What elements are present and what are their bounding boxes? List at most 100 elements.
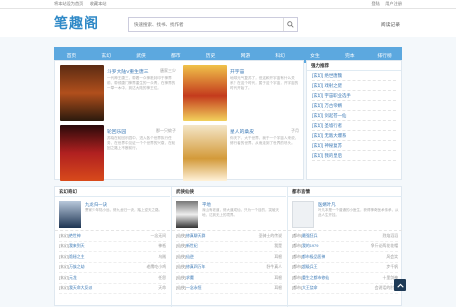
list-item[interactable]: [玄幻]万族之劫 老鹰吃小鸡 [59, 263, 166, 273]
book-cover[interactable] [183, 125, 227, 181]
ranking-item[interactable]: [玄幻] 我的皇后 [312, 151, 396, 161]
bookmark-link[interactable]: 收藏本站 [90, 1, 107, 6]
ranking-item[interactable]: [玄幻] 剑起苍一仙 [312, 111, 396, 121]
list-item[interactable]: [仙侠]一念永恒 耳根 [176, 284, 282, 294]
top-links-right: 登陆 用户注册 [367, 1, 402, 7]
featured-book[interactable]: 开宇宙 地球元气复苏了，但这和开宇宙有什么关系？在这个时代，属于这个宇宙，开宇宙… [181, 62, 301, 121]
book-cover[interactable] [59, 201, 81, 228]
ranking-item[interactable]: [玄幻] 绝世唐魏 [312, 71, 396, 81]
book-cover[interactable] [60, 65, 104, 121]
nav-kehuan[interactable]: 科幻 [263, 52, 298, 59]
list-item[interactable]: [仙侠]求魔 耳根 [176, 273, 282, 284]
book-title[interactable]: 星人的桑皮 [230, 128, 254, 135]
ranking-item[interactable]: [玄幻] 无敌大爆系 [312, 131, 396, 141]
list-item[interactable]: [都市]我的1979 争斤论两花花帽 [292, 242, 398, 252]
nav-xuanhuan[interactable]: 玄幻 [89, 52, 124, 59]
ranking-item[interactable]: [玄幻] 万古帝婿 [312, 101, 396, 111]
item-title[interactable]: 都市极品医神 [302, 254, 325, 259]
book-title[interactable]: 轮回乐园 [107, 128, 126, 135]
item-title[interactable]: 超级兵王 [302, 264, 318, 269]
featured-book[interactable]: 轮回乐园 那一只蚊子 苏晓在轮回乐园中，进入各个世界执行任务，在世界中见证一个个… [58, 122, 178, 181]
ranking-item[interactable]: [玄幻] 圣墟行者 [312, 121, 396, 131]
ranking-item[interactable]: [玄幻] 宇宙职业选手 [312, 91, 396, 101]
list-item[interactable]: [玄幻]我天命大反派 天命 [59, 284, 166, 294]
item-title[interactable]: 我的1979 [302, 243, 318, 248]
item-title[interactable]: 大王饶命 [302, 285, 318, 290]
item-category: [仙侠] [176, 253, 186, 259]
item-category: [玄幻] [59, 243, 69, 249]
item-author: 一念无间 [150, 232, 166, 238]
item-category: [仙侠] [176, 285, 186, 291]
item-title[interactable]: 新世纪 [186, 243, 198, 248]
item-title[interactable]: 重生之都市修仙 [302, 275, 329, 280]
list-item[interactable]: [玄幻]诡秘之主 乌贼 [59, 252, 166, 263]
list-item[interactable]: [都市]超级兵王 步千帆 [292, 263, 398, 273]
nav-wuxia[interactable]: 武侠 [124, 52, 159, 59]
list-item[interactable]: [仙侠]新世纪 我是 [176, 242, 282, 252]
nav-home[interactable]: 首页 [54, 52, 89, 59]
ranking-item[interactable]: [玄幻] 戏射之佬 [312, 81, 396, 91]
ranking-item[interactable]: [玄幻] 神秘复苏 [312, 141, 396, 151]
category-section: 玄幻奇幻 九龙归一诀 萧家少年陆小远，修九龙归一诀，踏上逆天之路。 [玄幻]绝世… [54, 186, 402, 307]
list-item[interactable]: [仙侠]仙逆 耳根 [176, 252, 282, 263]
list-item[interactable]: [都市]最强狂兵 烈焰滔滔 [292, 231, 398, 242]
book-cover[interactable] [60, 125, 104, 181]
list-item[interactable]: [仙侠]修真四万年 卧牛真人 [176, 263, 282, 273]
list-item[interactable]: [玄幻]绝世神 一念无间 [59, 231, 166, 242]
item-category: [玄幻] [59, 285, 69, 291]
book-cover[interactable] [176, 201, 198, 228]
set-homepage-link[interactable]: 将本站设为首页 [54, 1, 83, 6]
item-title[interactable]: 修真四万年 [186, 264, 205, 269]
column-title: 玄幻奇幻 [55, 187, 170, 197]
column-feature[interactable]: 医婿叶凡 叶凡本是一个普通的小医生，获得神奇医术传承，从此人生开挂。 [288, 197, 402, 231]
item-title[interactable]: 仙逆 [186, 254, 194, 259]
nav-wanben[interactable]: 完本 [332, 52, 367, 59]
book-cover[interactable] [183, 65, 227, 121]
item-title[interactable]: 诡秘之主 [69, 254, 85, 259]
category-column: 武侠仙侠 平地 深山有老道，修大道成仙，只为一个目的，突破天地，达到无上的境界。… [171, 187, 286, 307]
nav-ranking[interactable]: 排行榜 [367, 52, 402, 59]
book-title[interactable]: 斗罗大陆V重生唐三 [107, 68, 149, 75]
featured-book[interactable]: 斗罗大陆V重生唐三 唐家三少 一代神王唐三，带着一众神祇封印于神界前，带领唐门神… [58, 62, 178, 121]
item-category: [都市] [292, 285, 302, 291]
site-logo[interactable]: 笔趣阁 [54, 13, 99, 33]
nav-dushi[interactable]: 都市 [158, 52, 193, 59]
item-title[interactable]: 元龙 [69, 275, 77, 280]
column-feature[interactable]: 九龙归一诀 萧家少年陆小远，修九龙归一诀，踏上逆天之路。 [55, 197, 170, 231]
search-button[interactable] [283, 18, 297, 31]
item-author: 圣骑士的传说 [258, 232, 282, 238]
nav-wangyou[interactable]: 网游 [228, 52, 263, 59]
register-link[interactable]: 用户注册 [385, 1, 402, 6]
nav-nvsheng[interactable]: 女生 [298, 52, 333, 59]
list-item[interactable]: [玄幻]我来到天 神祇 [59, 242, 166, 252]
item-category: [仙侠] [176, 274, 186, 280]
book-author: 唐家三少 [160, 68, 176, 73]
category-column: 玄幻奇幻 九龙归一诀 萧家少年陆小远，修九龙归一诀，踏上逆天之路。 [玄幻]绝世… [55, 187, 170, 307]
item-author: 耳根 [274, 285, 282, 291]
nav-lishi[interactable]: 历史 [193, 52, 228, 59]
reading-history-link[interactable]: 阅读记录 [381, 21, 400, 28]
search-input[interactable] [129, 22, 279, 27]
list-item[interactable]: [都市]都市极品医神 风会笑 [292, 252, 398, 263]
item-title[interactable]: 万族之劫 [69, 264, 85, 269]
login-link[interactable]: 登陆 [371, 1, 379, 6]
book-title[interactable]: 开宇宙 [230, 68, 244, 75]
item-category: [玄幻] [59, 232, 69, 238]
item-title[interactable]: 最强狂兵 [302, 233, 318, 238]
book-cover[interactable] [292, 201, 314, 228]
item-title[interactable]: 求魔 [186, 275, 194, 280]
list-item[interactable]: [都市]重生之都市修仙 十里剑神 [292, 273, 398, 284]
item-title[interactable]: 我来到天 [69, 243, 85, 248]
item-title[interactable]: 绝世神 [69, 233, 81, 238]
column-feature[interactable]: 平地 深山有老道，修大道成仙，只为一个目的，突破天地，达到无上的境界。 [172, 197, 286, 231]
item-title[interactable]: 一念永恒 [186, 285, 202, 290]
featured-book[interactable]: 星人的桑皮 子月 你天下，大千世界，我于一个宇宙人来说，修行者的世界，从而走到了… [181, 122, 301, 181]
list-item[interactable]: [都市]大王饶命 会说话的肘子 [292, 284, 398, 294]
item-title[interactable]: 我天命大反派 [69, 285, 92, 290]
list-item[interactable]: [仙侠]修真聊天群 圣骑士的传说 [176, 231, 282, 242]
item-title[interactable]: 修真聊天群 [186, 233, 205, 238]
list-item[interactable]: [玄幻]元龙 任怨 [59, 273, 166, 284]
item-category: [都市] [292, 274, 302, 280]
back-to-top-button[interactable] [394, 279, 406, 291]
book-desc: 地球元气复苏了，但这和开宇宙有什么关系？在这个时代，属于这个宇宙，开宇宙的时代开… [230, 76, 299, 91]
